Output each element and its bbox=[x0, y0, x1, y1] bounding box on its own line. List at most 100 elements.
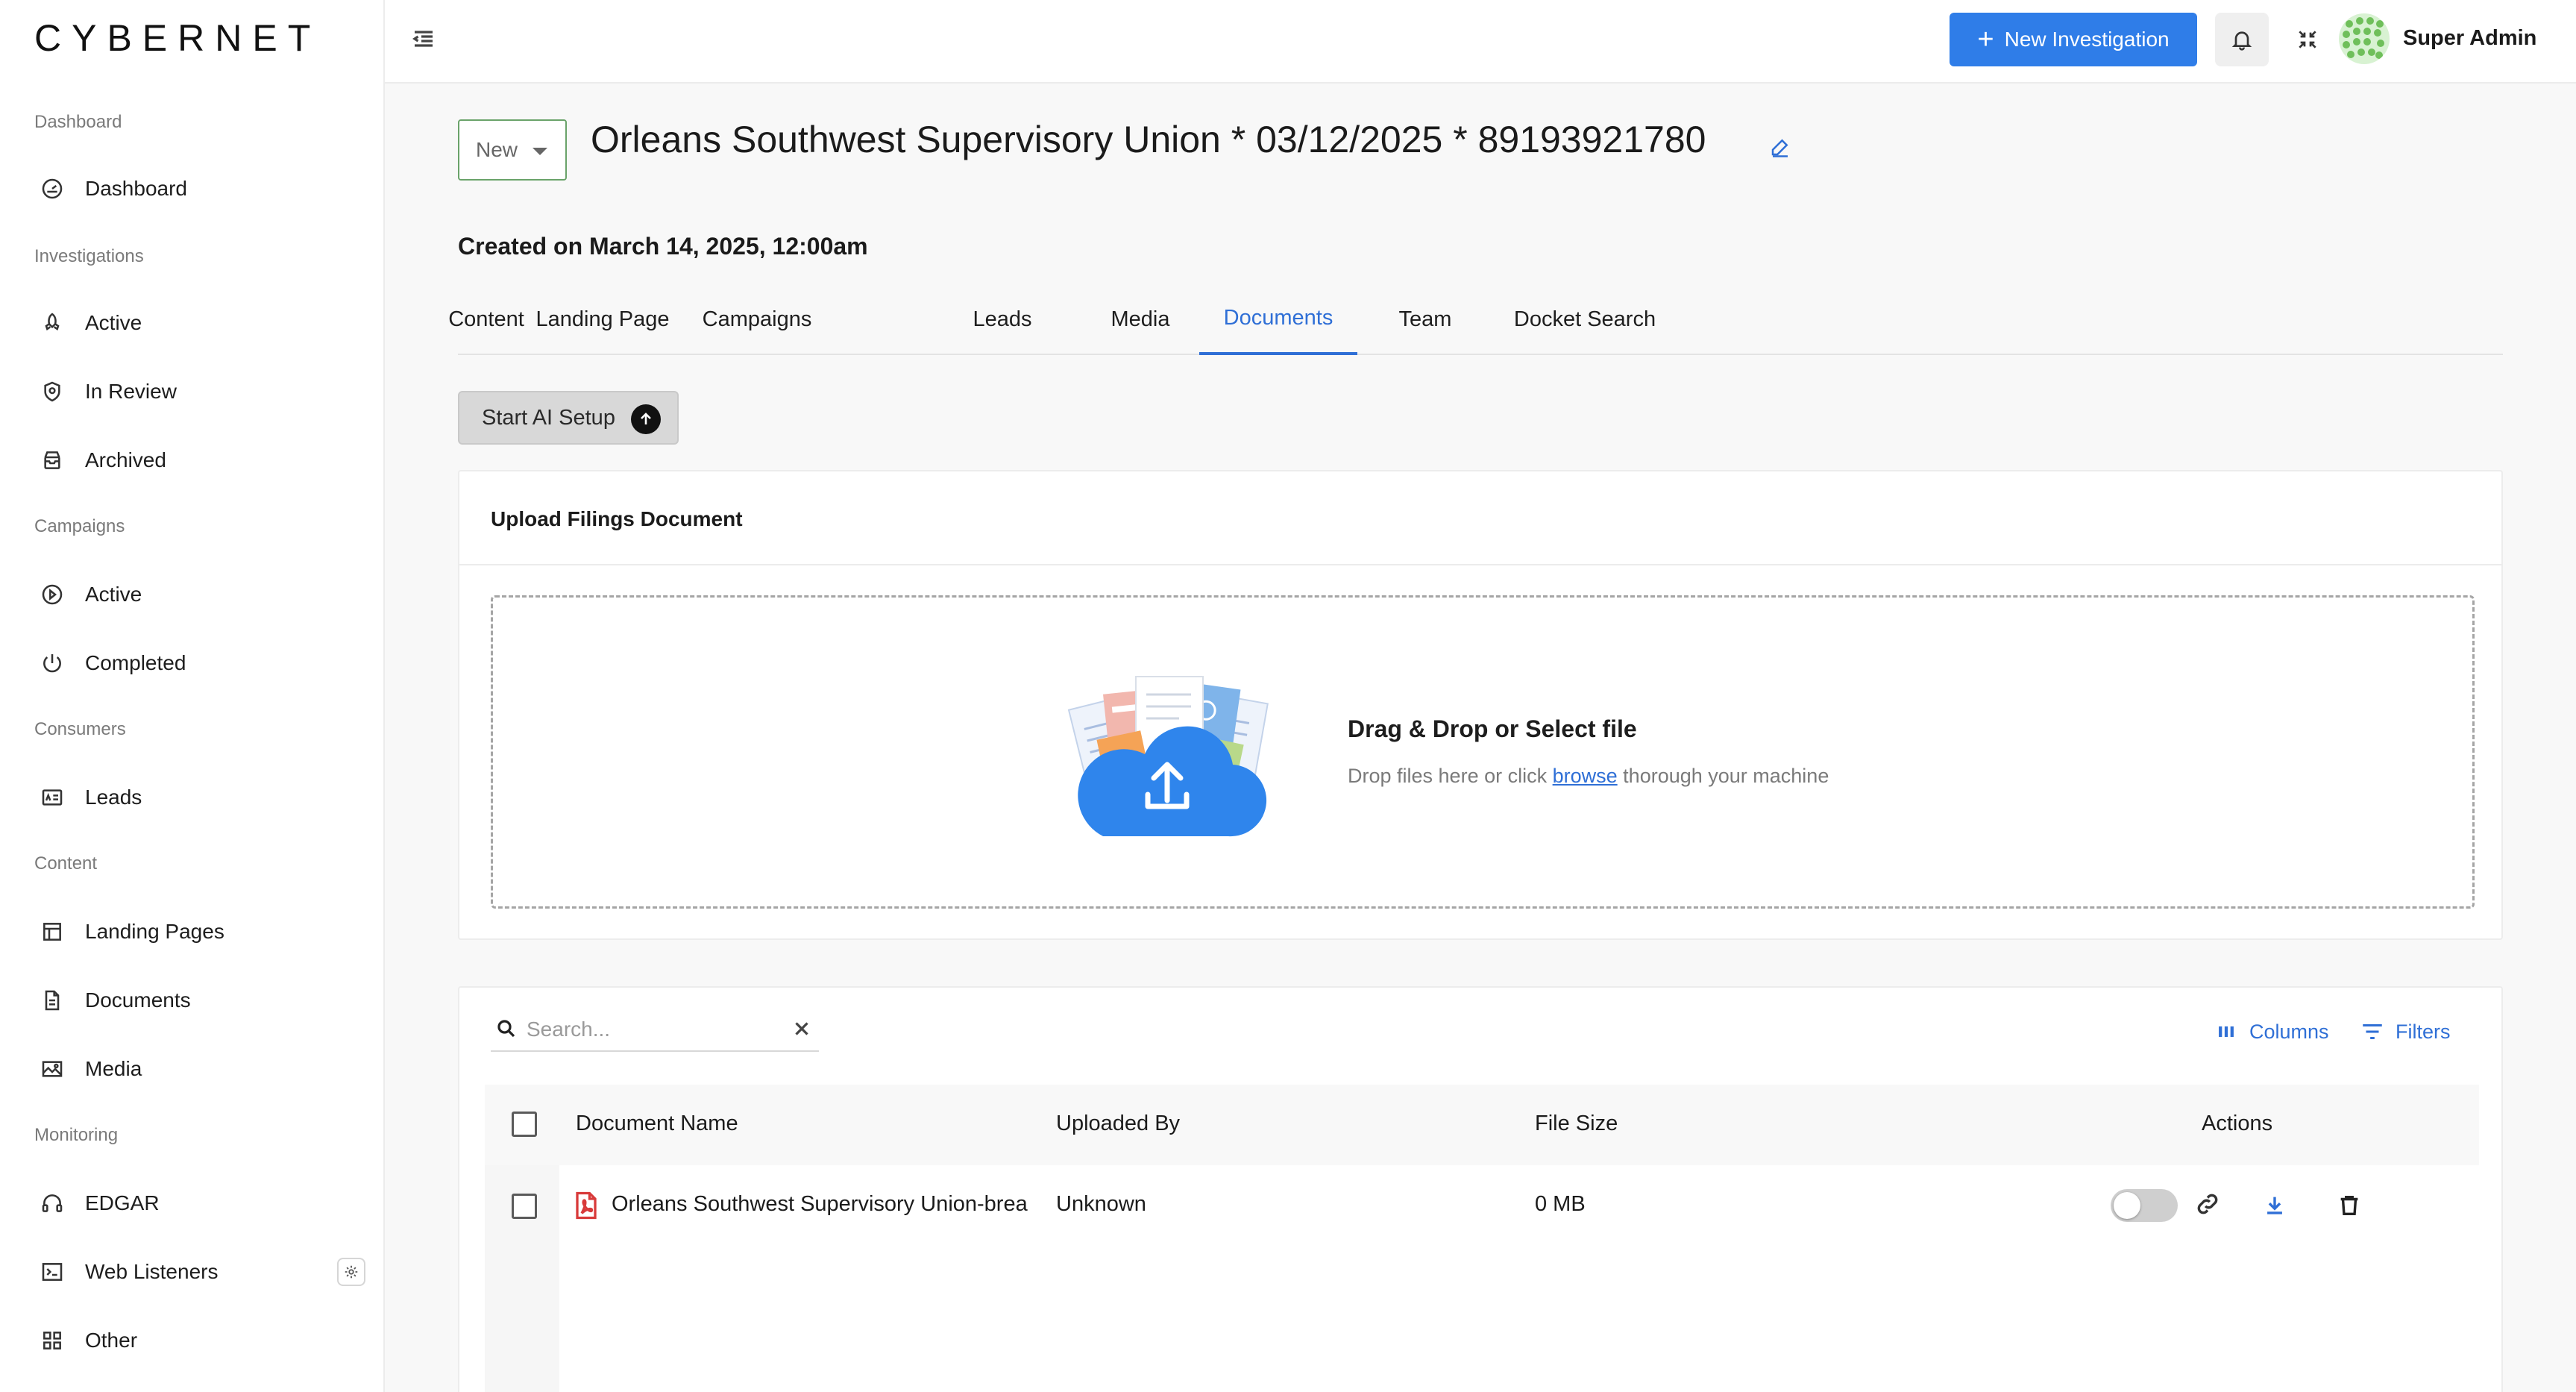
collapse-arrows-icon bbox=[2299, 31, 2316, 48]
dropzone-subtitle-after: thorough your machine bbox=[1623, 765, 1829, 787]
link-icon[interactable] bbox=[2193, 1189, 2222, 1219]
play-circle-icon bbox=[37, 580, 67, 609]
sidebar-item-label: EDGAR bbox=[85, 1191, 160, 1214]
gear-icon[interactable] bbox=[337, 1258, 365, 1286]
headphones-icon bbox=[37, 1188, 67, 1218]
sidebar-item-label: Web Listeners bbox=[85, 1260, 219, 1283]
rocket-icon bbox=[37, 308, 67, 338]
sidebar-item-other[interactable]: Other bbox=[34, 1316, 365, 1365]
gauge-icon bbox=[37, 174, 67, 204]
columns-button[interactable]: Columns bbox=[2214, 1019, 2329, 1044]
tab-content[interactable]: Content bbox=[448, 283, 524, 355]
sidebar-item-label: Archived bbox=[85, 448, 166, 471]
sidebar-item-leads[interactable]: Leads bbox=[34, 773, 365, 822]
sidebar-item-media[interactable]: Media bbox=[34, 1044, 365, 1094]
sidebar-item-completed[interactable]: Completed bbox=[34, 639, 365, 688]
upload-card-title: Upload Filings Document bbox=[491, 507, 743, 530]
caret-down-icon bbox=[533, 148, 547, 155]
tab-landing-page[interactable]: Landing Page bbox=[510, 283, 695, 355]
sidebar-item-label: Documents bbox=[85, 988, 191, 1012]
menu-collapse-icon[interactable] bbox=[410, 25, 440, 55]
sidebar-item-archived[interactable]: Archived bbox=[34, 436, 365, 485]
terminal-icon bbox=[37, 1257, 67, 1287]
columns-icon bbox=[2219, 1026, 2234, 1038]
column-header-uploaded-by[interactable]: Uploaded By bbox=[1056, 1112, 1180, 1136]
tab-leads[interactable]: Leads bbox=[958, 283, 1047, 355]
tab-campaigns[interactable]: Campaigns bbox=[688, 283, 826, 355]
status-select[interactable]: New bbox=[458, 119, 567, 181]
trash-icon[interactable] bbox=[2334, 1191, 2364, 1220]
sidebar-item-label: Completed bbox=[85, 651, 186, 674]
tab-documents[interactable]: Documents bbox=[1199, 283, 1357, 355]
sidebar-section-investigations: Investigations bbox=[34, 246, 144, 266]
filters-label: Filters bbox=[2396, 1020, 2451, 1043]
sidebar-section-monitoring: Monitoring bbox=[34, 1125, 119, 1145]
new-investigation-button[interactable]: + New Investigation bbox=[1950, 13, 2197, 66]
file-dropzone[interactable]: Drag & Drop or Select file Drop files he… bbox=[491, 595, 2475, 909]
clear-search-icon[interactable] bbox=[791, 1018, 814, 1041]
column-header-actions: Actions bbox=[2202, 1112, 2273, 1135]
upload-card: Upload Filings Document Drag & Drop or S… bbox=[458, 470, 2503, 940]
sidebar-section-dashboard: Dashboard bbox=[34, 112, 122, 132]
uploaded-by-cell: Unknown bbox=[1056, 1192, 1146, 1216]
avatar[interactable] bbox=[2339, 13, 2390, 64]
sidebar-item-in-review[interactable]: In Review bbox=[34, 367, 365, 416]
select-all-checkbox[interactable] bbox=[512, 1112, 537, 1137]
search-input[interactable] bbox=[527, 1015, 773, 1044]
sidebar: CYBERNET Dashboard Dashboard Investigati… bbox=[0, 0, 385, 1392]
plus-icon: + bbox=[1977, 24, 1994, 55]
layout-icon bbox=[37, 917, 67, 947]
column-header-document-name[interactable]: Document Name bbox=[576, 1112, 738, 1136]
dropzone-subtitle: Drop files here or click browse thorough… bbox=[1348, 765, 1829, 788]
notifications-button[interactable] bbox=[2215, 13, 2269, 66]
documents-table: Document Name Uploaded By File Size Acti… bbox=[485, 1085, 2479, 1392]
document-name-cell[interactable]: Orleans Southwest Supervisory Union-brea bbox=[612, 1192, 1034, 1217]
cloud-upload-illustration bbox=[1064, 669, 1270, 845]
sidebar-item-label: Leads bbox=[85, 786, 142, 809]
sidebar-item-label: Dashboard bbox=[85, 177, 187, 200]
user-name[interactable]: Super Admin bbox=[2403, 26, 2536, 51]
columns-label: Columns bbox=[2249, 1020, 2329, 1043]
topbar: + New Investigation Super Admin bbox=[385, 0, 2576, 84]
browse-link[interactable]: browse bbox=[1553, 765, 1618, 787]
page-title: Orleans Southwest Supervisory Union * 03… bbox=[591, 119, 1706, 160]
table-header: Document Name Uploaded By File Size Acti… bbox=[485, 1085, 2479, 1165]
grid-icon bbox=[37, 1326, 67, 1355]
search-icon bbox=[495, 1018, 519, 1041]
brand-logo[interactable]: CYBERNET bbox=[34, 16, 321, 60]
shield-icon bbox=[37, 377, 67, 407]
sidebar-item-label: In Review bbox=[85, 380, 177, 403]
sidebar-item-campaigns-active[interactable]: Active bbox=[34, 570, 365, 619]
tab-docket-search[interactable]: Docket Search bbox=[1490, 283, 1680, 355]
tab-team[interactable]: Team bbox=[1380, 283, 1471, 355]
sidebar-item-web-listeners[interactable]: Web Listeners bbox=[34, 1247, 365, 1297]
row-checkbox[interactable] bbox=[512, 1194, 537, 1219]
start-ai-setup-button[interactable]: Start AI Setup bbox=[458, 391, 679, 445]
fullscreen-button[interactable] bbox=[2281, 13, 2334, 66]
sidebar-item-label: Active bbox=[85, 311, 142, 334]
id-card-icon bbox=[37, 783, 67, 812]
toggle-knob bbox=[2114, 1192, 2140, 1219]
divider bbox=[459, 564, 2501, 565]
visibility-toggle[interactable] bbox=[2111, 1189, 2178, 1222]
created-on: Created on March 14, 2025, 12:00am bbox=[458, 233, 868, 260]
sidebar-item-label: Other bbox=[85, 1329, 138, 1352]
pdf-file-icon bbox=[573, 1191, 600, 1220]
sidebar-item-investigations-active[interactable]: Active bbox=[34, 298, 365, 348]
pencil-icon[interactable] bbox=[1769, 136, 1794, 161]
sidebar-item-dashboard[interactable]: Dashboard bbox=[34, 164, 365, 213]
start-ai-setup-label: Start AI Setup bbox=[482, 405, 615, 430]
sidebar-item-landing-pages[interactable]: Landing Pages bbox=[34, 907, 365, 956]
sidebar-item-documents[interactable]: Documents bbox=[34, 976, 365, 1025]
sidebar-section-campaigns: Campaigns bbox=[34, 516, 125, 536]
sidebar-section-content: Content bbox=[34, 853, 98, 874]
column-header-file-size[interactable]: File Size bbox=[1535, 1112, 1618, 1136]
download-icon[interactable] bbox=[2260, 1191, 2290, 1220]
tab-bar: Content Landing Page Campaigns Leads Med… bbox=[448, 283, 2503, 355]
sidebar-item-edgar[interactable]: EDGAR bbox=[34, 1179, 365, 1228]
documents-table-card: Columns Filters Document Name Uploaded B… bbox=[458, 986, 2503, 1392]
status-select-value: New bbox=[476, 138, 518, 161]
sidebar-item-label: Landing Pages bbox=[85, 920, 224, 943]
tab-media[interactable]: Media bbox=[1092, 283, 1189, 355]
filters-button[interactable]: Filters bbox=[2360, 1019, 2451, 1044]
